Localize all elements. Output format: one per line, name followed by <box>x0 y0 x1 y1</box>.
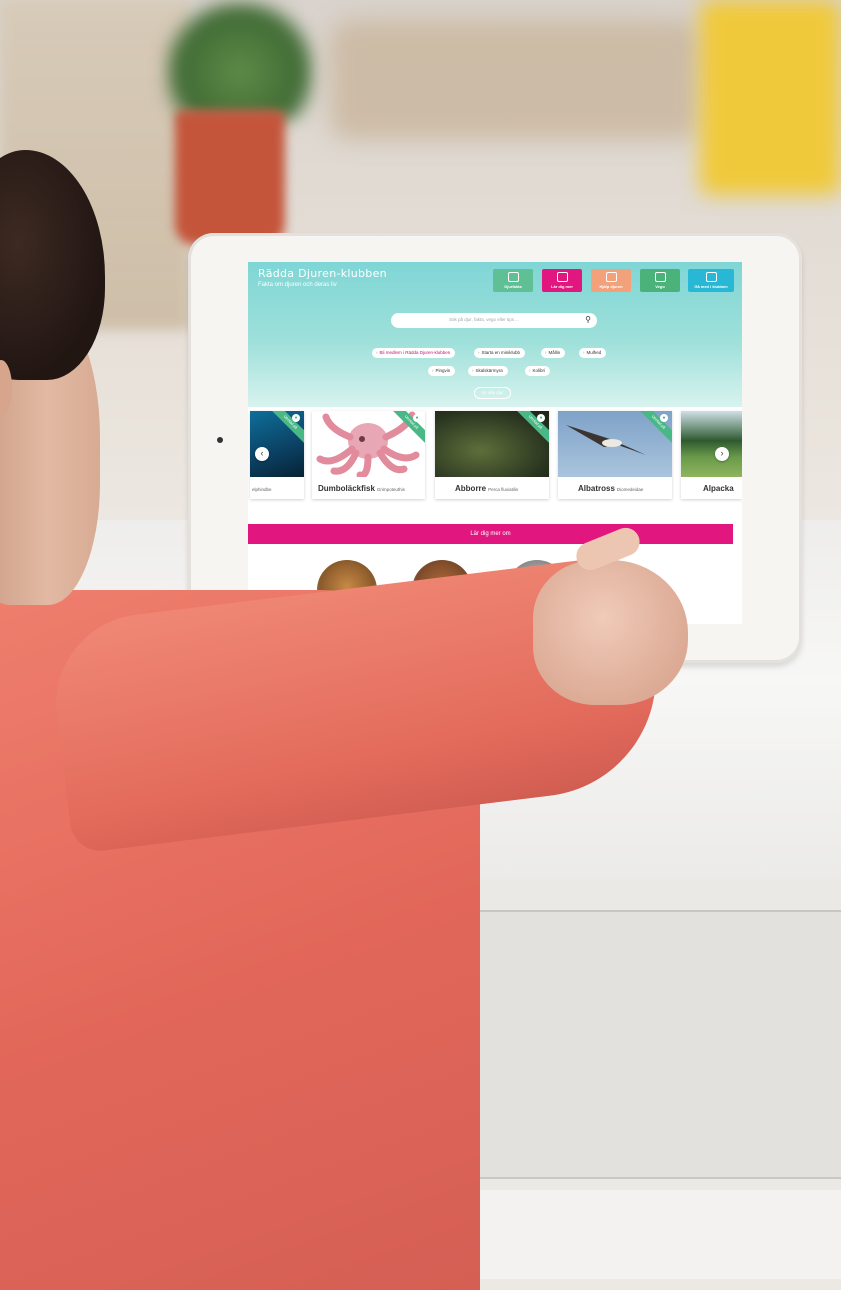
carousel-prev-button[interactable]: ‹ <box>255 447 269 461</box>
chevron-right-icon: › <box>478 350 480 355</box>
alpaca-image <box>681 411 742 477</box>
card-name: Abborre Perca fluviatilis <box>455 484 519 493</box>
search-placeholder: Sök på djur, fakta, vego eller tips ... <box>448 317 520 322</box>
chip-miniklubb[interactable]: › Starta en miniklubb <box>474 348 526 358</box>
tablet-camera <box>217 437 223 443</box>
card-name: Albatross Diomedeidae <box>578 484 644 493</box>
card-name: Alpacka <box>703 484 734 493</box>
pin-icon: ● <box>292 414 300 422</box>
book-icon <box>507 272 519 282</box>
yellow-chair <box>700 0 841 195</box>
site-title[interactable]: Rädda Djuren-klubben <box>258 267 387 280</box>
heart-icon <box>605 272 617 282</box>
chevron-right-icon: › <box>472 368 474 373</box>
nav-djurfakta[interactable]: Djurfakta <box>493 269 533 292</box>
learn-more-bar: Lär dig mer om <box>248 524 733 544</box>
chip-skalskarmyra[interactable]: › Skalskärmyra <box>468 366 508 376</box>
chip-bli-medlem[interactable]: › Bli medlem i Rädda Djuren-klubben <box>372 348 456 358</box>
chevron-right-icon: › <box>583 350 585 355</box>
search-icon[interactable]: ⚲ <box>585 315 591 324</box>
pin-icon: ● <box>537 414 545 422</box>
see-all-button[interactable]: Se alla djur <box>474 387 511 399</box>
blurred-sofa <box>330 20 700 140</box>
nav-hjalp-djuren[interactable]: Hjälp djuren <box>591 269 631 292</box>
chip-mallin[interactable]: › Mållin <box>541 348 566 358</box>
bulb-icon <box>556 272 568 282</box>
pot-icon <box>654 272 666 282</box>
animal-card[interactable]: Utrotad på ● Albatross Diomedeidae <box>558 411 672 499</box>
card-name: elphindbe <box>252 487 272 492</box>
nav-lar-dig-mer[interactable]: Lär dig mer <box>542 269 582 292</box>
chip-mulhed[interactable]: › Mulhed <box>579 348 607 358</box>
pin-icon: ● <box>413 414 421 422</box>
card-icon <box>705 272 717 282</box>
nav-ga-med[interactable]: Gå med i klubben <box>688 269 734 292</box>
search-input[interactable]: Sök på djur, fakta, vego eller tips ... … <box>391 313 597 328</box>
pin-icon: ● <box>660 414 668 422</box>
child-hand <box>533 560 688 705</box>
chevron-right-icon: › <box>376 350 378 355</box>
nav-vego[interactable]: Vego <box>640 269 680 292</box>
chevron-right-icon: › <box>545 350 547 355</box>
chip-kolibri[interactable]: › Kolibri <box>525 366 551 376</box>
carousel-next-button[interactable]: › <box>715 447 729 461</box>
card-name: Dumboläckfisk Grimpoteuthis <box>318 484 405 493</box>
chevron-right-icon: › <box>432 368 434 373</box>
chevron-right-icon: › <box>529 368 531 373</box>
animal-card[interactable]: Alpacka <box>681 411 742 499</box>
plant-pot <box>175 110 285 245</box>
hero-header: Rädda Djuren-klubben Fakta om djuren och… <box>248 262 742 407</box>
plant-leaves <box>165 0 315 120</box>
animal-card[interactable]: Utrotad på ● Abborre Perca fluviatilis <box>435 411 549 499</box>
animal-card[interactable]: Utrotad på ● Dumboläckfisk Grimpoteuthis <box>312 411 425 499</box>
chip-pingvin[interactable]: › Pingvin <box>428 366 456 376</box>
site-subtitle: Fakta om djuren och deras liv <box>258 282 337 288</box>
